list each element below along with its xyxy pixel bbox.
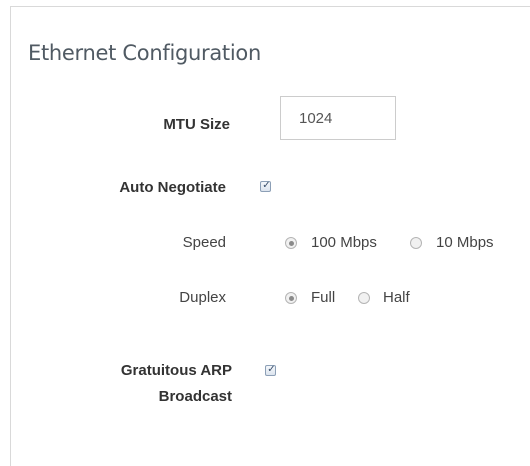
speed-100mbps-label[interactable]: 100 Mbps bbox=[311, 234, 377, 251]
mtu-size-label: MTU Size bbox=[163, 116, 230, 133]
duplex-full-label[interactable]: Full bbox=[311, 289, 335, 306]
speed-10mbps-radio[interactable] bbox=[410, 237, 422, 249]
speed-10mbps-label[interactable]: 10 Mbps bbox=[436, 234, 494, 251]
mtu-size-input[interactable] bbox=[280, 96, 396, 140]
duplex-half-label[interactable]: Half bbox=[383, 289, 410, 306]
checkmark-icon: ✓ bbox=[267, 364, 276, 375]
speed-label: Speed bbox=[182, 234, 226, 251]
duplex-full-radio[interactable] bbox=[285, 292, 297, 304]
gratuitous-arp-checkbox[interactable]: ✓ bbox=[265, 364, 276, 376]
gratuitous-arp-label-line2: Broadcast bbox=[158, 388, 232, 405]
speed-100mbps-radio[interactable] bbox=[285, 237, 297, 249]
auto-negotiate-checkbox[interactable]: ✓ bbox=[260, 180, 271, 192]
gratuitous-arp-label-line1: Gratuitous ARP bbox=[120, 362, 232, 379]
auto-negotiate-label: Auto Negotiate bbox=[119, 179, 226, 196]
duplex-label: Duplex bbox=[179, 289, 226, 306]
duplex-half-radio[interactable] bbox=[358, 292, 370, 304]
section-title: Ethernet Configuration bbox=[28, 41, 261, 65]
checkmark-icon: ✓ bbox=[262, 180, 271, 191]
